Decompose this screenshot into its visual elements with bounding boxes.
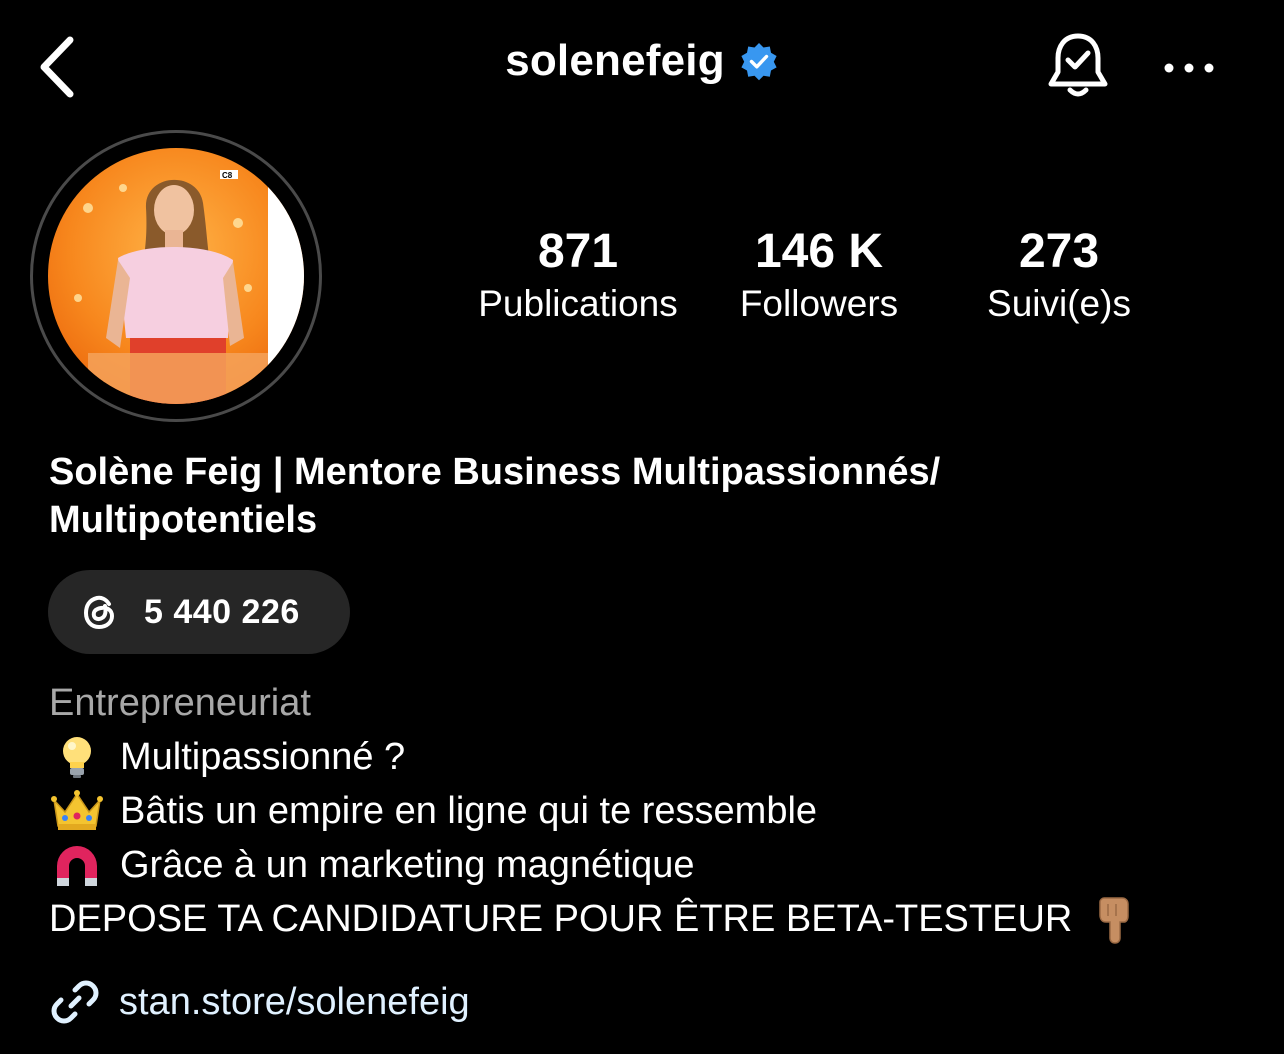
verified-badge-icon xyxy=(741,43,777,81)
profile-header-title: solenefeig xyxy=(505,36,779,86)
avatar-photo: C8 xyxy=(48,148,304,404)
followers-stat[interactable]: 146 K Followers xyxy=(718,224,920,328)
full-name-line-2: Multipotentiels xyxy=(49,499,318,541)
back-button[interactable] xyxy=(30,32,86,102)
publications-label: Publications xyxy=(478,283,678,324)
full-name-line-1: Solène Feig | Mentore Business Multipass… xyxy=(49,451,941,493)
full-name: Solène Feig | Mentore Business Multipass… xyxy=(49,448,1149,544)
lightbulb-emoji xyxy=(49,734,105,780)
link-text: stan.store/solenefeig xyxy=(119,981,470,1023)
category-label: Entrepreneuriat xyxy=(49,682,311,724)
threads-badge-button[interactable]: 5 440 226 xyxy=(48,570,350,654)
bio-line-1: Multipassionné ? xyxy=(49,734,405,780)
publications-count: 871 xyxy=(537,225,619,278)
threads-icon xyxy=(83,595,115,630)
crown-emoji xyxy=(49,788,105,834)
followers-count: 146 K xyxy=(754,225,884,278)
publications-stat[interactable]: 871 Publications xyxy=(466,224,690,328)
username: solenefeig xyxy=(505,36,725,85)
followers-label: Followers xyxy=(739,283,899,324)
threads-count: 5 440 226 xyxy=(144,592,300,631)
notifications-button[interactable] xyxy=(1040,28,1116,104)
following-label: Suivi(e)s xyxy=(987,283,1131,324)
bio-line-3: Grâce à un marketing magnétique xyxy=(49,842,695,888)
chevron-left-icon xyxy=(40,36,74,98)
external-link[interactable]: stan.store/solenefeig xyxy=(49,976,470,1028)
pointing-down-emoji xyxy=(1086,896,1142,944)
bio-line-1-text: Multipassionné ? xyxy=(120,736,406,778)
svg-text:C8: C8 xyxy=(222,171,233,180)
following-count: 273 xyxy=(1018,225,1100,278)
link-icon xyxy=(51,980,99,1024)
following-stat[interactable]: 273 Suivi(e)s xyxy=(962,224,1156,328)
profile-avatar[interactable]: C8 xyxy=(48,148,304,404)
bio-line-4-text: DEPOSE TA CANDIDATURE POUR ÊTRE BETA-TES… xyxy=(49,898,1073,940)
profile-page: solenefeig C8 871 Publications 146 K Fol… xyxy=(0,0,1284,1054)
bio-line-2: Bâtis un empire en ligne qui te ressembl… xyxy=(49,788,817,834)
bio-line-2-text: Bâtis un empire en ligne qui te ressembl… xyxy=(120,790,818,832)
magnet-emoji xyxy=(49,842,105,888)
bio-line-4: DEPOSE TA CANDIDATURE POUR ÊTRE BETA-TES… xyxy=(49,896,1142,944)
bio-line-3-text: Grâce à un marketing magnétique xyxy=(120,844,695,886)
more-horizontal-icon xyxy=(1164,63,1214,73)
bell-check-icon xyxy=(1048,33,1108,97)
more-options-button[interactable] xyxy=(1160,48,1220,88)
